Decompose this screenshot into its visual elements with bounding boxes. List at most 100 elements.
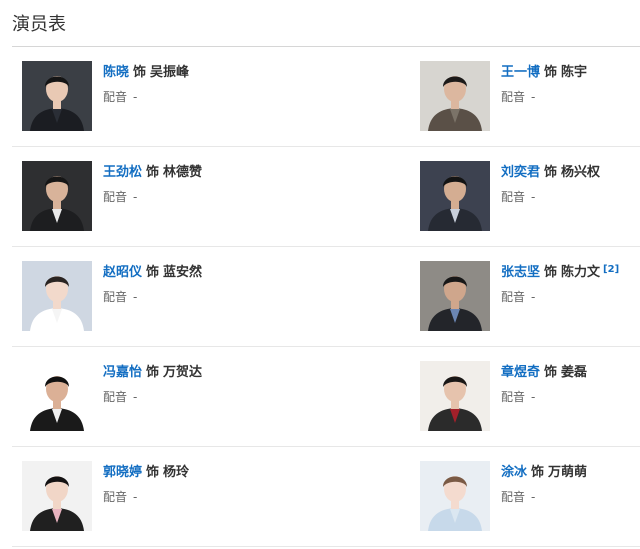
role-prefix: 饰 (544, 165, 558, 180)
dubbing-line: 配音 - (103, 188, 323, 206)
cast-row: 陈晓饰吴振峰 配音 - 王一博饰陈宇 配音 - (12, 47, 640, 147)
dubbing-line: 配音 - (501, 188, 640, 206)
role-name: 杨兴权 (561, 165, 601, 180)
role-prefix: 饰 (544, 265, 558, 280)
actor-photo[interactable] (420, 61, 490, 131)
dubbing-value: - (531, 190, 536, 204)
cast-info: 冯嘉怡饰万贺达 配音 - (103, 363, 323, 406)
dubbing-label: 配音 (103, 490, 128, 504)
dubbing-label: 配音 (103, 290, 128, 304)
cast-line: 陈晓饰吴振峰 (103, 63, 323, 83)
portrait-image (22, 461, 92, 531)
actor-name-link[interactable]: 刘奕君 (501, 165, 540, 180)
dubbing-label: 配音 (103, 390, 128, 404)
reference-link[interactable]: [2] (603, 264, 619, 275)
section-title: 演员表 (12, 14, 66, 35)
actor-name-link[interactable]: 赵昭仪 (103, 265, 142, 280)
actor-name-link[interactable]: 章煜奇 (501, 365, 540, 380)
role-prefix: 饰 (531, 465, 545, 480)
role-name: 陈力文 (561, 265, 601, 280)
portrait-image (420, 61, 490, 131)
role-name: 姜磊 (561, 365, 588, 380)
actor-photo[interactable] (420, 161, 490, 231)
portrait-image (420, 361, 490, 431)
role-name: 万萌萌 (548, 465, 588, 480)
dubbing-label: 配音 (501, 490, 526, 504)
dubbing-line: 配音 - (103, 388, 323, 406)
cast-info: 陈晓饰吴振峰配音 - (103, 63, 323, 106)
cast-line: 冯嘉怡饰万贺达 (103, 363, 323, 383)
dubbing-value: - (133, 390, 138, 404)
dubbing-value: - (133, 490, 138, 504)
cast-line: 涂冰饰万萌萌 (501, 463, 640, 483)
dubbing-value: - (133, 90, 138, 104)
role-prefix: 饰 (544, 65, 558, 80)
cast-row: 赵昭仪饰蓝安然 配音 - 张志坚饰陈力文 [2] 配音 - (12, 247, 640, 347)
actor-photo[interactable] (420, 461, 490, 531)
dubbing-label: 配音 (501, 390, 526, 404)
actor-name-link[interactable]: 冯嘉怡 (103, 365, 142, 380)
actor-photo[interactable] (22, 161, 92, 231)
cast-line: 郭晓婷饰杨玲 (103, 463, 323, 483)
portrait-image (22, 161, 92, 231)
role-name: 吴振峰 (150, 65, 190, 80)
dubbing-value: - (531, 290, 536, 304)
dubbing-line: 配音 - (501, 288, 640, 306)
dubbing-line: 配音 - (103, 288, 323, 306)
dubbing-label: 配音 (103, 190, 128, 204)
actor-photo[interactable] (22, 261, 92, 331)
actor-name-link[interactable]: 王一博 (501, 65, 540, 80)
role-prefix: 饰 (146, 265, 160, 280)
actor-photo[interactable] (22, 361, 92, 431)
role-prefix: 饰 (133, 65, 147, 80)
cast-row: 冯嘉怡饰万贺达 配音 - 章煜奇饰姜磊 配音 - (12, 347, 640, 447)
cast-info: 涂冰饰万萌萌 配音 - (501, 463, 640, 506)
dubbing-line: 配音 - (103, 488, 323, 506)
cast-line: 王一博饰陈宇 (501, 63, 640, 83)
dubbing-line: 配音 - (501, 488, 640, 506)
actor-photo[interactable] (420, 361, 490, 431)
role-name: 林德赞 (163, 165, 203, 180)
actor-photo[interactable] (22, 61, 92, 131)
role-prefix: 饰 (146, 165, 160, 180)
role-name: 杨玲 (163, 465, 190, 480)
cast-row: 郭晓婷饰杨玲 配音 - 涂冰饰万萌萌 配音 - (12, 447, 640, 547)
role-prefix: 饰 (146, 365, 160, 380)
dubbing-label: 配音 (103, 90, 128, 104)
role-name: 陈宇 (561, 65, 588, 80)
dubbing-label: 配音 (501, 190, 526, 204)
actor-photo[interactable] (22, 461, 92, 531)
portrait-image (22, 261, 92, 331)
cast-info: 章煜奇饰姜磊 配音 - (501, 363, 640, 406)
dubbing-label: 配音 (501, 90, 526, 104)
role-name: 蓝安然 (163, 265, 203, 280)
portrait-image (420, 161, 490, 231)
cast-line: 章煜奇饰姜磊 (501, 363, 640, 383)
role-name: 万贺达 (163, 365, 203, 380)
cast-list: 陈晓饰吴振峰 配音 - 王一博饰陈宇 配音 - 王劲松饰林德赞 配音 - 刘奕君饰杨兴权 配音… (12, 47, 640, 547)
portrait-image (420, 261, 490, 331)
actor-name-link[interactable]: 王劲松 (103, 165, 142, 180)
cast-info: 刘奕君饰杨兴权 配音 - (501, 163, 640, 206)
dubbing-line: 配音 - (501, 388, 640, 406)
role-prefix: 饰 (544, 365, 558, 380)
dubbing-line: 配音 - (501, 88, 640, 106)
actor-name-link[interactable]: 郭晓婷 (103, 465, 142, 480)
portrait-image (22, 361, 92, 431)
dubbing-value: - (531, 490, 536, 504)
portrait-image (22, 61, 92, 131)
actor-name-link[interactable]: 陈晓 (103, 65, 129, 80)
actor-name-link[interactable]: 涂冰 (501, 465, 527, 480)
cast-line: 刘奕君饰杨兴权 (501, 163, 640, 183)
cast-info: 郭晓婷饰杨玲 配音 - (103, 463, 323, 506)
actor-name-link[interactable]: 张志坚 (501, 265, 540, 280)
actor-photo[interactable] (420, 261, 490, 331)
dubbing-label: 配音 (501, 290, 526, 304)
cast-line: 赵昭仪饰蓝安然 (103, 263, 323, 283)
dubbing-value: - (133, 290, 138, 304)
cast-line: 张志坚饰陈力文 [2] (501, 263, 640, 283)
dubbing-value: - (531, 90, 536, 104)
cast-info: 赵昭仪饰蓝安然 配音 - (103, 263, 323, 306)
role-prefix: 饰 (146, 465, 160, 480)
cast-info: 王一博饰陈宇 配音 - (501, 63, 640, 106)
